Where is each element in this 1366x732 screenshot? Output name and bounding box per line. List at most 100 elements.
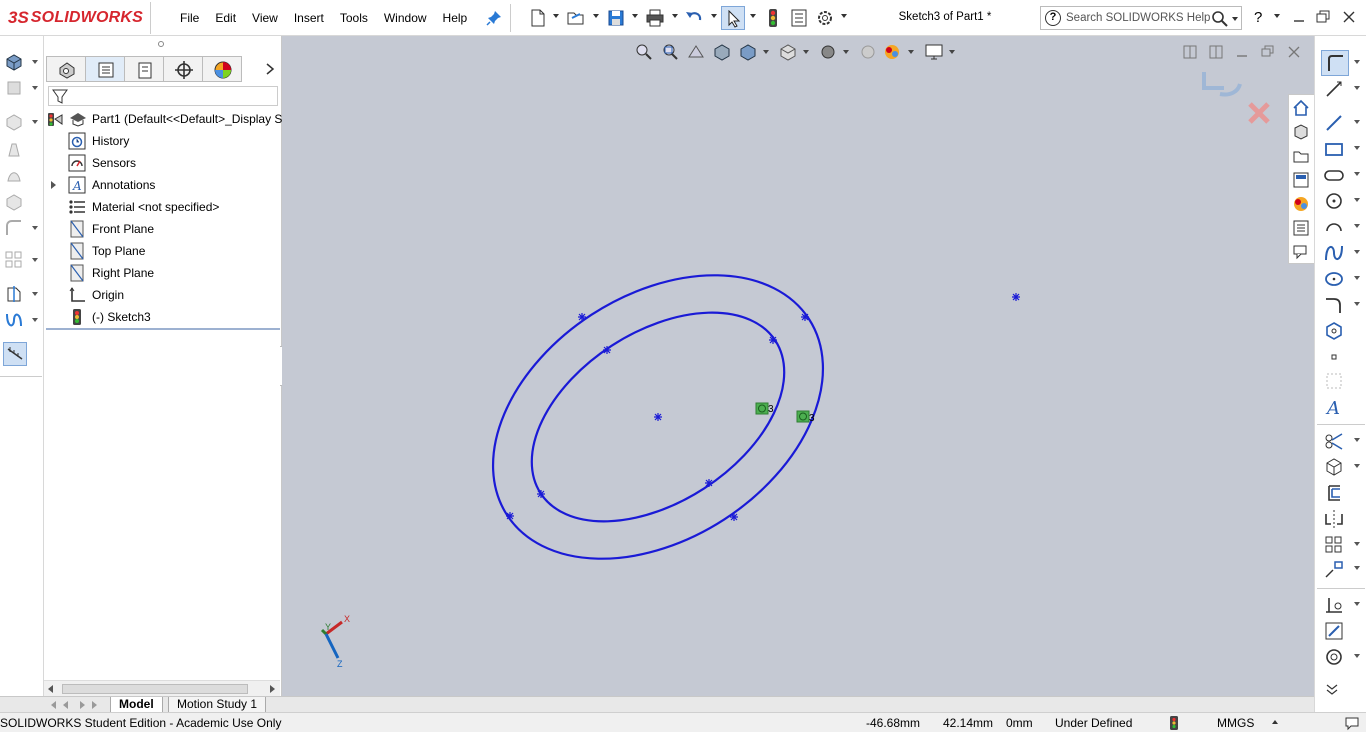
rectangle-icon[interactable] — [1323, 138, 1345, 160]
tree-root-part[interactable]: Part1 (Default<<Default>_Display S — [44, 108, 282, 130]
slot-icon[interactable] — [1323, 164, 1345, 186]
new-dropdown-icon[interactable] — [553, 14, 559, 18]
reference-geometry-icon[interactable] — [4, 284, 24, 304]
tab-feature-manager[interactable] — [46, 56, 86, 82]
dropdown-icon[interactable] — [1354, 250, 1360, 254]
extruded-cut-icon[interactable] — [4, 192, 24, 212]
quick-tips-icon[interactable] — [1344, 715, 1360, 731]
dropdown-icon[interactable] — [1354, 86, 1360, 90]
swept-boss-icon[interactable] — [4, 112, 24, 132]
tab-property-manager[interactable] — [85, 56, 125, 82]
scroll-thumb[interactable] — [62, 684, 248, 694]
dropdown-icon[interactable] — [1354, 602, 1360, 606]
rebuild-status-icon[interactable] — [1168, 715, 1180, 731]
construction-geometry-icon[interactable] — [1323, 370, 1345, 392]
instant3d-button[interactable] — [3, 342, 27, 366]
mirror-entities-icon[interactable] — [1323, 508, 1345, 530]
search-help-box[interactable]: ? Search SOLIDWORKS Help — [1040, 6, 1242, 30]
appearances-icon[interactable] — [1292, 195, 1310, 213]
polygon-icon[interactable] — [1323, 320, 1345, 342]
arc-icon[interactable] — [1323, 216, 1345, 238]
scroll-right-icon[interactable] — [268, 684, 276, 694]
restore-icon[interactable] — [1314, 8, 1332, 26]
sketch-button[interactable] — [1321, 50, 1349, 76]
smart-dimension-icon[interactable] — [1323, 78, 1345, 100]
solidworks-logo[interactable]: 3S SOLIDWORKS — [8, 4, 143, 32]
panel-grip-icon[interactable] — [158, 41, 164, 47]
design-library-icon[interactable] — [1292, 123, 1310, 141]
fillet-sketch-icon[interactable] — [1323, 294, 1345, 316]
display-delete-relations-icon[interactable] — [1323, 594, 1345, 616]
coincident-relation-icon[interactable] — [755, 402, 769, 415]
open-dropdown-icon[interactable] — [593, 14, 599, 18]
dropdown-icon[interactable] — [1354, 464, 1360, 468]
sketch-canvas[interactable] — [282, 36, 1314, 696]
rebuild-icon[interactable] — [763, 8, 783, 28]
boundary-boss-icon[interactable] — [4, 166, 24, 186]
home-icon[interactable] — [1292, 99, 1310, 117]
menu-tools[interactable]: Tools — [332, 11, 376, 25]
fillet-icon[interactable] — [4, 218, 24, 238]
dropdown-icon[interactable] — [1354, 542, 1360, 546]
tree-item-origin[interactable]: Origin — [44, 284, 282, 306]
print-dropdown-icon[interactable] — [672, 14, 678, 18]
new-document-icon[interactable] — [528, 8, 548, 28]
select-dropdown-icon[interactable] — [750, 14, 756, 18]
expand-arrow-icon[interactable] — [50, 180, 58, 190]
tree-item-top-plane[interactable]: Top Plane — [44, 240, 282, 262]
close-icon[interactable] — [1340, 8, 1358, 26]
dropdown-icon[interactable] — [32, 120, 38, 124]
options-dropdown-icon[interactable] — [841, 14, 847, 18]
linear-pattern-icon[interactable] — [4, 250, 24, 270]
search-input[interactable]: Search SOLIDWORKS Help — [1066, 12, 1210, 24]
horizontal-scrollbar[interactable] — [44, 680, 280, 696]
print-icon[interactable] — [645, 8, 665, 28]
search-dropdown-icon[interactable] — [1232, 17, 1238, 21]
tab-configuration-manager[interactable] — [124, 56, 164, 82]
dropdown-icon[interactable] — [32, 60, 38, 64]
save-icon[interactable] — [606, 8, 626, 28]
tab-dimxpert-manager[interactable] — [163, 56, 203, 82]
circle-icon[interactable] — [1323, 190, 1345, 212]
coincident-relation-icon[interactable] — [796, 410, 810, 423]
dropdown-icon[interactable] — [1354, 224, 1360, 228]
select-button[interactable] — [721, 6, 745, 30]
file-properties-icon[interactable] — [789, 8, 809, 28]
lofted-boss-icon[interactable] — [4, 140, 24, 160]
save-dropdown-icon[interactable] — [632, 14, 638, 18]
ellipse-icon[interactable] — [1323, 268, 1345, 290]
options-gear-icon[interactable] — [815, 8, 835, 28]
undo-icon[interactable] — [684, 8, 704, 28]
dropdown-icon[interactable] — [1354, 276, 1360, 280]
chevron-right-icon[interactable] — [264, 62, 276, 76]
tree-item-material[interactable]: Material <not specified> — [44, 196, 282, 218]
dropdown-icon[interactable] — [1354, 198, 1360, 202]
dropdown-icon[interactable] — [32, 258, 38, 262]
dropdown-icon[interactable] — [32, 292, 38, 296]
unit-system-label[interactable]: MMGS — [1217, 716, 1254, 730]
dropdown-icon[interactable] — [1354, 566, 1360, 570]
line-icon[interactable] — [1323, 112, 1345, 134]
tab-motion-study-1[interactable]: Motion Study 1 — [168, 697, 267, 713]
convert-entities-icon[interactable] — [1323, 456, 1345, 478]
linear-sketch-pattern-icon[interactable] — [1323, 534, 1345, 556]
tab-scroll-arrows[interactable] — [46, 698, 110, 712]
menu-edit[interactable]: Edit — [207, 11, 244, 25]
file-explorer-icon[interactable] — [1292, 147, 1310, 165]
extruded-boss-icon[interactable] — [4, 52, 24, 72]
dropdown-icon[interactable] — [1354, 120, 1360, 124]
units-dropdown-icon[interactable] — [1272, 720, 1278, 724]
forum-icon[interactable] — [1292, 243, 1310, 261]
menu-insert[interactable]: Insert — [286, 11, 332, 25]
tree-item-sketch3[interactable]: (-) Sketch3 — [44, 306, 282, 328]
dropdown-icon[interactable] — [1354, 60, 1360, 64]
offset-entities-icon[interactable] — [1323, 482, 1345, 504]
dropdown-icon[interactable] — [1354, 172, 1360, 176]
dropdown-icon[interactable] — [1354, 654, 1360, 658]
tree-item-annotations[interactable]: A Annotations — [44, 174, 282, 196]
tree-item-right-plane[interactable]: Right Plane — [44, 262, 282, 284]
dropdown-icon[interactable] — [1354, 146, 1360, 150]
dropdown-icon[interactable] — [1354, 438, 1360, 442]
scroll-left-icon[interactable] — [47, 684, 55, 694]
search-icon[interactable] — [1211, 10, 1229, 28]
